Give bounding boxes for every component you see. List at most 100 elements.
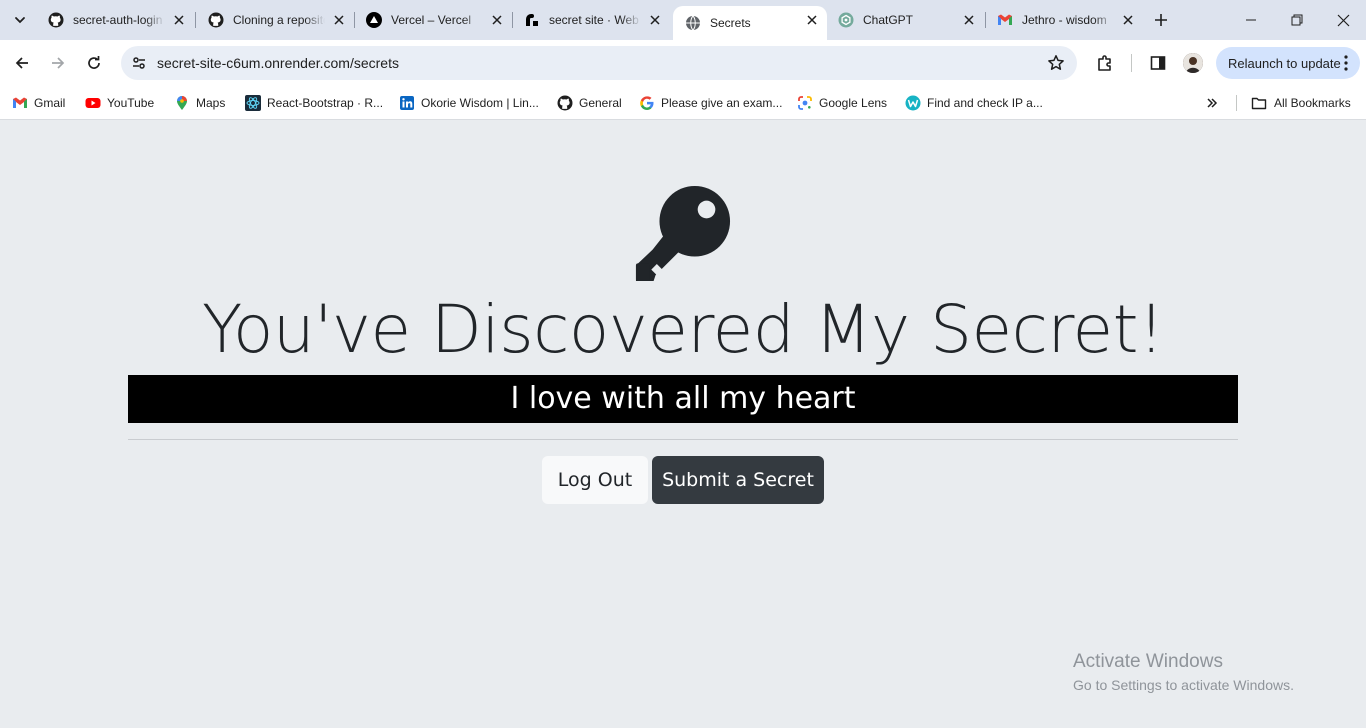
tab-title: Cloning a repository bbox=[233, 13, 325, 27]
bookmark-label: YouTube bbox=[107, 96, 155, 110]
bookmark-label: Please give an exam... bbox=[661, 96, 783, 110]
forward-button[interactable] bbox=[44, 49, 72, 77]
tab-title: Jethro - wisdom bbox=[1022, 13, 1107, 27]
react-bootstrap-icon bbox=[245, 95, 261, 111]
profile-avatar[interactable] bbox=[1183, 53, 1203, 73]
star-icon[interactable] bbox=[1047, 54, 1065, 72]
logout-button[interactable]: Log Out bbox=[542, 456, 648, 504]
more-vert-icon[interactable] bbox=[1344, 55, 1348, 71]
bookmarks-divider bbox=[1236, 95, 1237, 111]
whatismyip-icon bbox=[905, 95, 921, 111]
divider bbox=[128, 439, 1238, 440]
bookmark-google-lens[interactable]: Google Lens bbox=[797, 92, 887, 114]
close-icon[interactable] bbox=[332, 13, 346, 27]
bookmarks-overflow-button[interactable] bbox=[1202, 92, 1222, 114]
bookmarks-bar: Gmail YouTube Maps React-Bootstrap · R..… bbox=[0, 86, 1366, 120]
url-text[interactable]: secret-site-c6um.onrender.com/secrets bbox=[157, 55, 399, 71]
chevron-down-icon bbox=[15, 17, 25, 24]
new-tab-button[interactable] bbox=[1149, 8, 1173, 32]
github-icon bbox=[557, 95, 573, 111]
render-icon bbox=[524, 12, 540, 28]
plus-icon bbox=[1155, 14, 1167, 26]
bookmark-general[interactable]: General bbox=[557, 92, 622, 114]
folder-icon bbox=[1251, 95, 1267, 111]
close-icon[interactable] bbox=[172, 13, 186, 27]
github-icon bbox=[48, 12, 64, 28]
chevron-double-right-icon bbox=[1207, 98, 1218, 108]
back-button[interactable] bbox=[8, 49, 36, 77]
bookmark-label: Maps bbox=[196, 96, 226, 110]
google-lens-icon bbox=[797, 95, 813, 111]
chatgpt-icon bbox=[838, 12, 854, 28]
close-icon bbox=[1337, 14, 1349, 26]
user-photo-icon bbox=[1183, 53, 1203, 73]
google-icon bbox=[639, 95, 655, 111]
tab-title: Vercel – Vercel bbox=[391, 13, 472, 27]
bookmark-label: Google Lens bbox=[819, 96, 888, 110]
close-icon[interactable] bbox=[490, 13, 504, 27]
all-bookmarks-button[interactable]: All Bookmarks bbox=[1251, 92, 1351, 114]
page-content: You've Discovered My Secret! I love with… bbox=[0, 121, 1366, 728]
watermark-title: Activate Windows bbox=[1073, 651, 1223, 672]
bookmark-gmail[interactable]: Gmail bbox=[12, 92, 65, 114]
tab-title: Secrets bbox=[710, 16, 751, 30]
relaunch-to-update-button[interactable]: Relaunch to update bbox=[1216, 47, 1360, 79]
github-icon bbox=[208, 12, 224, 28]
vercel-icon bbox=[366, 12, 382, 28]
site-info-button[interactable] bbox=[127, 51, 151, 75]
minimize-icon bbox=[1246, 19, 1256, 21]
restore-button[interactable] bbox=[1274, 0, 1320, 40]
tab-vercel[interactable]: Vercel – Vercel bbox=[354, 6, 512, 34]
tab-search-button[interactable] bbox=[6, 6, 34, 34]
tab-secret-site-render[interactable]: secret site · Web Service bbox=[512, 6, 670, 34]
close-icon[interactable] bbox=[1121, 13, 1135, 27]
restore-icon bbox=[1291, 14, 1303, 26]
side-panel-button[interactable] bbox=[1147, 52, 1169, 74]
activate-windows-watermark: Activate Windows Go to Settings to activ… bbox=[1073, 651, 1294, 696]
arrow-right-icon bbox=[52, 57, 65, 69]
toolbar-divider bbox=[1131, 54, 1132, 72]
address-bar[interactable]: secret-site-c6um.onrender.com/secrets bbox=[121, 46, 1077, 80]
reload-icon bbox=[88, 56, 100, 69]
reload-button[interactable] bbox=[80, 49, 108, 77]
youtube-icon bbox=[85, 95, 101, 111]
tab-title: secret-auth-login bbox=[73, 13, 163, 27]
tab-strip: secret-auth-login Cloning a repository V… bbox=[0, 0, 1366, 40]
bookmark-label: Gmail bbox=[34, 96, 66, 110]
gmail-icon bbox=[997, 12, 1013, 28]
tune-icon bbox=[133, 57, 145, 69]
arrow-left-icon bbox=[15, 57, 28, 69]
tab-secrets[interactable]: Secrets bbox=[673, 6, 827, 40]
bookmark-label: React-Bootstrap · R... bbox=[267, 96, 384, 110]
all-bookmarks-label: All Bookmarks bbox=[1274, 96, 1351, 110]
browser-toolbar: secret-site-c6um.onrender.com/secrets Re… bbox=[0, 40, 1366, 86]
bookmark-linkedin[interactable]: Okorie Wisdom | Lin... bbox=[399, 92, 539, 114]
bookmark-label: Find and check IP a... bbox=[927, 96, 1043, 110]
bookmark-maps[interactable]: Maps bbox=[174, 92, 225, 114]
globe-icon bbox=[685, 15, 701, 31]
linkedin-icon bbox=[399, 95, 415, 111]
side-panel-icon bbox=[1150, 56, 1166, 70]
maps-icon bbox=[174, 95, 190, 111]
bookmark-please-give-example[interactable]: Please give an exam... bbox=[639, 92, 782, 114]
key-icon bbox=[635, 185, 731, 282]
close-window-button[interactable] bbox=[1320, 0, 1366, 40]
bookmark-react-bootstrap[interactable]: React-Bootstrap · R... bbox=[245, 92, 383, 114]
submit-secret-button[interactable]: Submit a Secret bbox=[652, 456, 824, 504]
extensions-button[interactable] bbox=[1094, 52, 1116, 74]
page-title: You've Discovered My Secret! bbox=[202, 291, 1164, 368]
bookmark-youtube[interactable]: YouTube bbox=[85, 92, 154, 114]
bookmark-find-ip[interactable]: Find and check IP a... bbox=[905, 92, 1043, 114]
close-icon[interactable] bbox=[962, 13, 976, 27]
minimize-button[interactable] bbox=[1228, 0, 1274, 40]
gmail-icon bbox=[12, 95, 28, 111]
tab-title: secret site · Web Service bbox=[549, 13, 641, 27]
tab-secret-auth-login[interactable]: secret-auth-login bbox=[36, 6, 194, 34]
puzzle-icon bbox=[1098, 55, 1111, 71]
close-icon[interactable] bbox=[805, 13, 819, 27]
close-icon[interactable] bbox=[648, 13, 662, 27]
bookmark-label: Okorie Wisdom | Lin... bbox=[421, 96, 539, 110]
tab-jethro-gmail[interactable]: Jethro - wisdom bbox=[985, 6, 1143, 34]
tab-chatgpt[interactable]: ChatGPT bbox=[826, 6, 984, 34]
tab-cloning-a-repository[interactable]: Cloning a repository bbox=[196, 6, 354, 34]
